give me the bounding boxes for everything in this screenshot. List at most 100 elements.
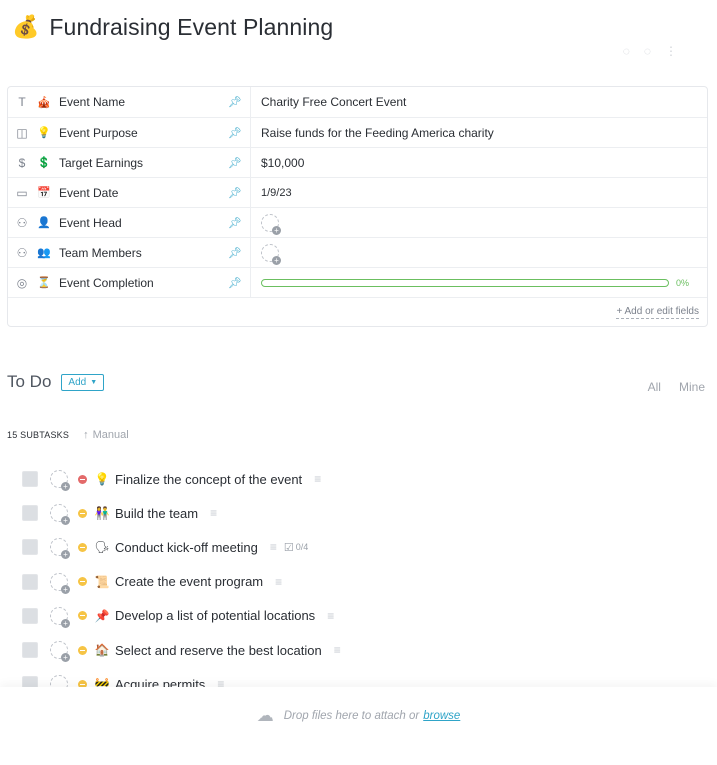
description-icon: ≡: [327, 608, 334, 623]
pin-icon[interactable]: 📌︎: [228, 96, 242, 109]
custom-fields-table: T 🎪 Event Name 📌︎ Charity Free Concert E…: [7, 86, 708, 327]
settings-icon[interactable]: ◌: [623, 44, 630, 58]
field-value-event-purpose[interactable]: Raise funds for the Feeding America char…: [251, 118, 707, 147]
checklist-indicator[interactable]: ☑ 0/4: [284, 541, 308, 554]
task-name[interactable]: Create the event program: [115, 574, 263, 589]
task-row[interactable]: 📌 Develop a list of potential locations ≡: [22, 599, 702, 633]
sort-control[interactable]: ↑ Manual: [83, 429, 129, 441]
task-emoji-icon: 📌: [94, 608, 110, 623]
field-name-cell[interactable]: T 🎪 Event Name 📌︎: [8, 87, 251, 117]
add-assignee-icon[interactable]: [50, 606, 70, 628]
field-name-cell[interactable]: ⚇ 👤 Event Head 📌︎: [8, 208, 251, 237]
add-edit-fields-link[interactable]: + Add or edit fields: [616, 306, 699, 319]
task-row[interactable]: 📜 Create the event program ≡: [22, 565, 702, 599]
field-label: Event Head: [59, 215, 122, 230]
text-type-icon: T: [18, 95, 26, 109]
field-name-cell[interactable]: ◎ ⏳ Event Completion 📌︎: [8, 268, 251, 297]
pin-icon[interactable]: 📌︎: [228, 156, 242, 169]
task-row[interactable]: 🗣 Conduct kick-off meeting ≡ ☑0/4: [22, 530, 702, 564]
field-name-cell[interactable]: $ 💲 Target Earnings 📌︎: [8, 148, 251, 177]
assignee-filters: All Mine: [648, 380, 705, 394]
description-icon: ≡: [314, 472, 321, 487]
priority-normal-icon[interactable]: [78, 611, 87, 621]
top-controls: ◌ ◌ ⋮: [623, 44, 677, 58]
task-checkbox[interactable]: [22, 539, 38, 556]
light-bulb-icon: 💡: [37, 127, 51, 139]
file-dropzone[interactable]: ☁ Drop files here to attach or browse: [0, 687, 717, 765]
page-title[interactable]: Fundraising Event Planning: [49, 14, 333, 41]
add-assignee-icon[interactable]: [50, 470, 70, 492]
field-label: Team Members: [59, 245, 142, 260]
task-name[interactable]: Conduct kick-off meeting: [115, 540, 258, 555]
add-assignee-icon[interactable]: [50, 641, 70, 663]
calendar-icon: 📅: [37, 187, 51, 199]
field-row-event-date: ▭ 📅 Event Date 📌︎ 1/9/23: [8, 178, 707, 208]
task-row[interactable]: 💡 Finalize the concept of the event ≡: [22, 462, 702, 496]
priority-urgent-icon[interactable]: [78, 474, 87, 484]
sort-label: Manual: [92, 429, 129, 441]
task-checkbox[interactable]: [22, 642, 38, 659]
task-emoji-icon: 🗣: [94, 540, 110, 555]
subtask-bar: 15 SUBTASKS ↑ Manual: [7, 429, 129, 441]
field-value-event-name[interactable]: Charity Free Concert Event: [251, 87, 707, 117]
pin-icon[interactable]: 📌︎: [228, 246, 242, 259]
arrow-up-icon: ↑: [83, 429, 89, 441]
task-checkbox[interactable]: [22, 573, 38, 590]
todo-title: To Do: [7, 372, 52, 391]
field-value-event-completion[interactable]: 0%: [251, 268, 707, 297]
filter-all[interactable]: All: [648, 380, 661, 394]
add-button[interactable]: Add ▼: [61, 373, 105, 391]
field-row-target-earnings: $ 💲 Target Earnings 📌︎ $10,000: [8, 148, 707, 178]
add-assignee-icon[interactable]: [50, 504, 70, 526]
task-name[interactable]: Develop a list of potential locations: [115, 608, 315, 623]
progress-bar: [261, 278, 669, 287]
field-value-target-earnings[interactable]: $10,000: [251, 148, 707, 177]
task-emoji-icon: 📜: [94, 574, 110, 589]
task-row[interactable]: 🏠 Select and reserve the best location ≡: [22, 633, 702, 667]
pin-icon[interactable]: 📌︎: [228, 186, 242, 199]
priority-normal-icon[interactable]: [78, 645, 87, 655]
field-name-cell[interactable]: ⚇ 👥 Team Members 📌︎: [8, 238, 251, 267]
add-assignee-icon[interactable]: [50, 572, 70, 594]
priority-normal-icon[interactable]: [78, 542, 87, 552]
add-assignee-icon[interactable]: [261, 213, 281, 235]
task-emoji-icon: 👫: [94, 506, 110, 521]
field-row-team-members: ⚇ 👥 Team Members 📌︎: [8, 238, 707, 268]
pin-icon[interactable]: 📌︎: [228, 276, 242, 289]
task-name[interactable]: Build the team: [115, 506, 198, 521]
task-name[interactable]: Select and reserve the best location: [115, 643, 322, 658]
task-emoji-icon: 🏠: [94, 643, 110, 658]
field-row-event-completion: ◎ ⏳ Event Completion 📌︎ 0%: [8, 268, 707, 298]
field-name-cell[interactable]: ◫ 💡 Event Purpose 📌︎: [8, 118, 251, 147]
priority-normal-icon[interactable]: [78, 577, 87, 587]
field-label: Event Completion: [59, 275, 154, 290]
task-checkbox[interactable]: [22, 471, 38, 488]
field-label: Event Name: [59, 95, 126, 109]
page-header: 💰 Fundraising Event Planning: [12, 12, 333, 42]
task-checkbox[interactable]: [22, 505, 38, 522]
add-assignee-icon[interactable]: [261, 243, 281, 265]
task-name[interactable]: Finalize the concept of the event: [115, 472, 302, 487]
task-row[interactable]: 👫 Build the team ≡: [22, 496, 702, 530]
field-name-cell[interactable]: ▭ 📅 Event Date 📌︎: [8, 178, 251, 207]
field-value-event-date[interactable]: 1/9/23: [251, 178, 707, 207]
field-value-event-head[interactable]: [251, 208, 707, 237]
add-assignee-icon[interactable]: [50, 538, 70, 560]
filter-mine[interactable]: Mine: [679, 380, 705, 394]
dropzone-text: Drop files here to attach or: [283, 710, 420, 722]
task-list: 💡 Finalize the concept of the event ≡ 👫 Buil…: [22, 462, 702, 701]
priority-normal-icon[interactable]: [78, 508, 87, 518]
date-type-icon: ▭: [16, 185, 28, 200]
browse-link[interactable]: browse: [423, 710, 460, 722]
hourglass-icon: ⏳: [37, 277, 51, 289]
dollar-sign-icon: 💲: [37, 157, 51, 169]
refresh-icon[interactable]: ◌: [644, 44, 651, 58]
field-value-team-members[interactable]: [251, 238, 707, 267]
task-checkbox[interactable]: [22, 607, 38, 624]
pin-icon[interactable]: 📌︎: [228, 126, 242, 139]
cloud-upload-icon: ☁: [256, 706, 274, 725]
checklist-icon: ☑: [283, 541, 294, 554]
pin-icon[interactable]: 📌︎: [228, 216, 242, 229]
add-button-label: Add: [68, 376, 87, 388]
more-icon[interactable]: ⋮: [665, 44, 677, 58]
